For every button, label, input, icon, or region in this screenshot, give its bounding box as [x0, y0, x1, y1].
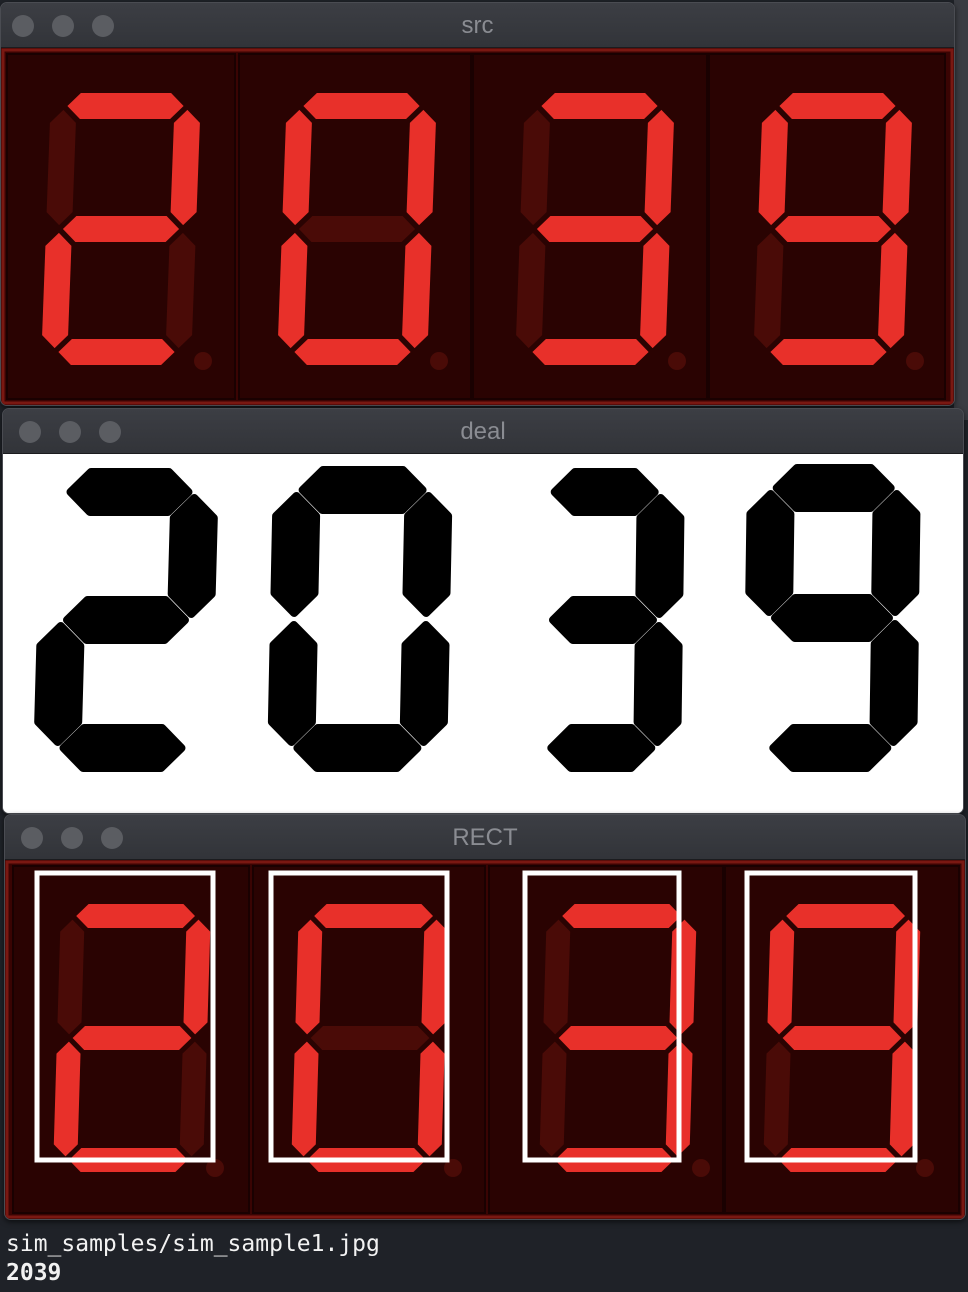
segment-a-on: [562, 904, 681, 928]
binary-segment-d: [59, 724, 186, 772]
segment-a-on: [67, 93, 184, 119]
segment-a-on: [314, 904, 433, 928]
segment-e-off: [539, 1041, 567, 1157]
segment-a-on: [303, 93, 420, 119]
binary-segment-a: [550, 468, 659, 516]
segment-b-on: [669, 919, 697, 1035]
terminal-line-path: sim_samples/sim_sample1.jpg: [6, 1231, 380, 1257]
binary-segment-b: [871, 490, 921, 616]
segment-a-on: [541, 93, 658, 119]
segment-b-on: [170, 109, 200, 226]
segment-c-on: [402, 232, 432, 349]
segment-e-off: [763, 1041, 791, 1157]
segment-g-on: [774, 216, 892, 242]
segment-g-on: [558, 1026, 678, 1050]
binary-segment-b: [167, 494, 218, 618]
segment-g-off: [310, 1026, 430, 1050]
binary-segment-d: [769, 724, 892, 772]
binary-segment-e: [267, 621, 318, 746]
segment-f-off: [520, 109, 550, 226]
segment-f-on: [767, 919, 795, 1035]
binary-segment-f: [745, 490, 795, 616]
segment-e-off: [754, 232, 784, 349]
deal-image: [3, 454, 963, 813]
segment-d-on: [770, 339, 887, 365]
segment-e-on: [291, 1041, 319, 1157]
segment-f-on: [282, 109, 312, 226]
terminal-line-result: 2039: [6, 1260, 62, 1286]
background-window-edge: [954, 0, 968, 420]
segment-a-on: [786, 904, 905, 928]
binary-segment-a: [772, 464, 895, 512]
decimal-point: [692, 1159, 710, 1177]
deal-window[interactable]: deal: [2, 408, 964, 814]
binary-segment-b: [402, 492, 453, 617]
binary-segment-d: [293, 724, 422, 772]
segment-d-on: [58, 339, 175, 365]
desktop: src deal RECT sim_samples/sim_sample1.jp…: [0, 0, 968, 1292]
segment-e-off: [516, 232, 546, 349]
segment-g-on: [62, 216, 180, 242]
binary-segment-g: [549, 596, 657, 644]
binary-segment-c: [399, 621, 450, 746]
segment-g-off: [298, 216, 416, 242]
window-title: deal: [460, 418, 506, 445]
decimal-point: [430, 352, 448, 370]
segment-e-on: [42, 232, 72, 349]
segment-e-on: [53, 1041, 81, 1157]
decimal-point: [668, 352, 686, 370]
binary-segment-a: [298, 466, 427, 514]
binarized-digits-image: [3, 454, 963, 813]
segment-c-off: [179, 1041, 207, 1157]
segment-d-on: [532, 339, 649, 365]
segment-c-on: [417, 1041, 445, 1157]
segment-g-on: [782, 1026, 902, 1050]
segment-b-on: [421, 919, 449, 1035]
segment-f-off: [57, 919, 85, 1035]
decimal-point: [916, 1159, 934, 1177]
binary-segment-g: [771, 594, 893, 642]
segment-f-off: [543, 919, 571, 1035]
decimal-point: [906, 352, 924, 370]
rect-titlebar[interactable]: RECT: [5, 815, 965, 860]
rect-image: [5, 860, 965, 1219]
segment-d-on: [294, 339, 411, 365]
seven-segment-image: [1, 48, 954, 405]
binary-segment-f: [270, 492, 321, 617]
deal-titlebar[interactable]: deal: [3, 409, 963, 454]
src-window[interactable]: src: [0, 2, 955, 406]
segment-b-on: [882, 109, 912, 226]
binary-segment-e: [34, 622, 85, 746]
binary-segment-c: [633, 622, 683, 746]
segment-b-on: [183, 919, 211, 1035]
segment-a-on: [76, 904, 195, 928]
segment-a-on: [779, 93, 896, 119]
segment-g-on: [536, 216, 654, 242]
segment-c-on: [640, 232, 670, 349]
segment-c-off: [166, 232, 196, 349]
segment-c-on: [889, 1041, 917, 1157]
decimal-point: [194, 352, 212, 370]
segment-b-on: [406, 109, 436, 226]
binary-segment-g: [63, 596, 189, 644]
rect-window[interactable]: RECT: [4, 814, 966, 1220]
binary-segment-c: [869, 620, 919, 746]
terminal-output: sim_samples/sim_sample1.jpg 2039: [6, 1230, 966, 1292]
binary-segment-d: [547, 724, 656, 772]
src-titlebar[interactable]: src: [1, 3, 954, 48]
digit-bounding-boxes-image: [5, 860, 965, 1219]
window-title: RECT: [452, 824, 518, 851]
segment-f-off: [46, 109, 76, 226]
segment-f-on: [295, 919, 323, 1035]
window-title: src: [461, 12, 494, 39]
segment-g-on: [72, 1026, 192, 1050]
segment-e-on: [278, 232, 308, 349]
binary-segment-a: [66, 468, 193, 516]
segment-f-on: [758, 109, 788, 226]
segment-c-on: [878, 232, 908, 349]
binary-segment-b: [635, 494, 685, 618]
segment-b-on: [644, 109, 674, 226]
src-image: [1, 48, 954, 405]
